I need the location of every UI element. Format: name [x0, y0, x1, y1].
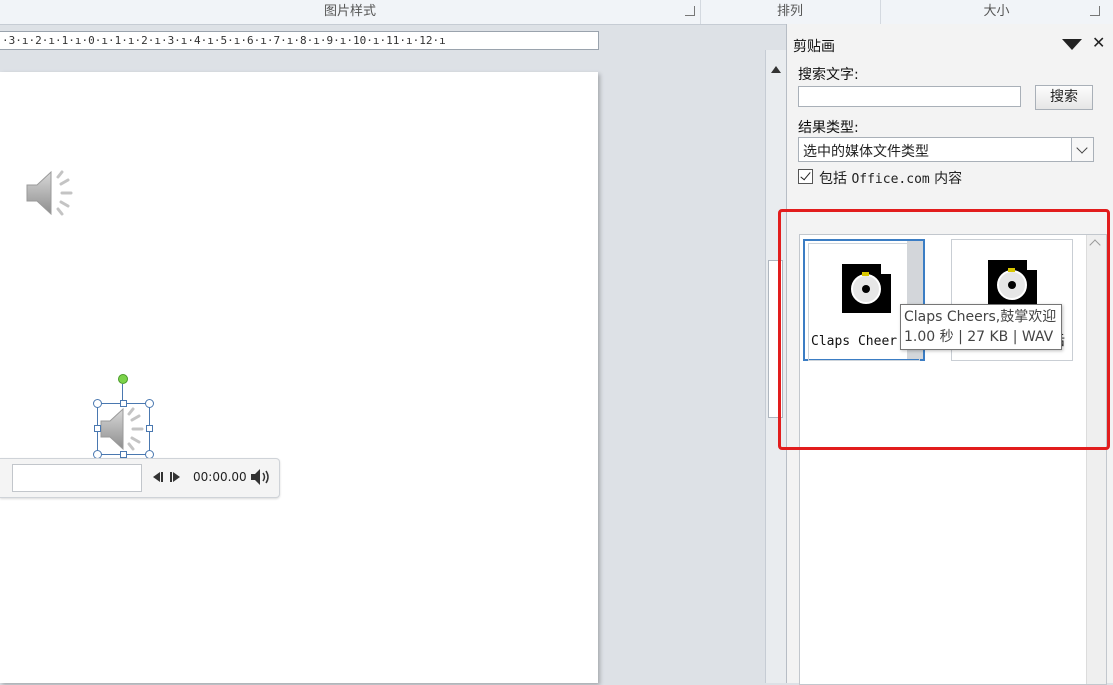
search-button[interactable]: 搜索 — [1035, 85, 1093, 110]
search-input[interactable] — [798, 86, 1021, 107]
arrange-label: 排列 — [776, 4, 803, 19]
picture-styles-label: 图片样式 — [323, 4, 376, 19]
audio-speaker-icon[interactable] — [24, 168, 80, 218]
horizontal-ruler[interactable]: ·3·ı·2·ı·1·ı·0·ı·1·ı·2·ı·3·ı·4·ı·5·ı·6·ı… — [0, 31, 599, 50]
result-type-label: 结果类型: — [798, 120, 859, 136]
resize-handle[interactable] — [120, 400, 127, 407]
size-label: 大小 — [983, 4, 1010, 19]
playback-progress[interactable] — [12, 464, 142, 492]
dialog-launcher-icon[interactable] — [1090, 6, 1100, 16]
result-type-select[interactable]: 选中的媒体文件类型 — [798, 137, 1094, 162]
size-group: 大小 — [880, 0, 1113, 24]
include-office-prefix: 包括 — [819, 171, 852, 187]
selection-frame[interactable] — [93, 399, 154, 459]
step-forward-icon[interactable] — [169, 471, 183, 483]
audio-player-bar: 00:00.00 — [0, 458, 280, 498]
include-office-label: 包括 Office.com 内容 — [819, 168, 962, 188]
search-label: 搜索文字: — [798, 67, 859, 83]
chevron-down-icon[interactable] — [1071, 138, 1093, 161]
include-office-checkbox[interactable] — [798, 169, 813, 184]
ruler-scale: ·3·ı·2·ı·1·ı·0·ı·1·ı·2·ı·3·ı·4·ı·5·ı·6·ı… — [2, 34, 446, 47]
resize-handle[interactable] — [145, 399, 154, 408]
rotation-handle[interactable] — [118, 374, 128, 384]
pane-title: 剪贴画 — [793, 39, 835, 55]
highlight-box — [778, 209, 1110, 450]
volume-icon[interactable] — [250, 468, 272, 486]
dialog-launcher-icon[interactable] — [685, 6, 695, 16]
close-icon[interactable]: ✕ — [1092, 33, 1105, 52]
ribbon-group-bar: 图片样式 排列 大小 — [0, 0, 1113, 25]
resize-handle[interactable] — [120, 451, 127, 458]
slide-canvas[interactable] — [0, 72, 598, 683]
picture-styles-group: 图片样式 — [0, 0, 701, 24]
step-back-icon[interactable] — [150, 471, 164, 483]
resize-handle[interactable] — [146, 425, 153, 432]
arrange-group: 排列 — [700, 0, 881, 24]
resize-handle[interactable] — [93, 399, 102, 408]
playback-time: 00:00.00 — [193, 470, 247, 484]
pane-options-icon[interactable] — [1062, 39, 1082, 50]
result-type-value: 选中的媒体文件类型 — [803, 144, 929, 160]
office-com-text: Office.com — [851, 172, 930, 187]
resize-handle[interactable] — [94, 425, 101, 432]
include-office-suffix: 内容 — [929, 171, 963, 187]
scroll-up-icon[interactable] — [771, 66, 781, 73]
